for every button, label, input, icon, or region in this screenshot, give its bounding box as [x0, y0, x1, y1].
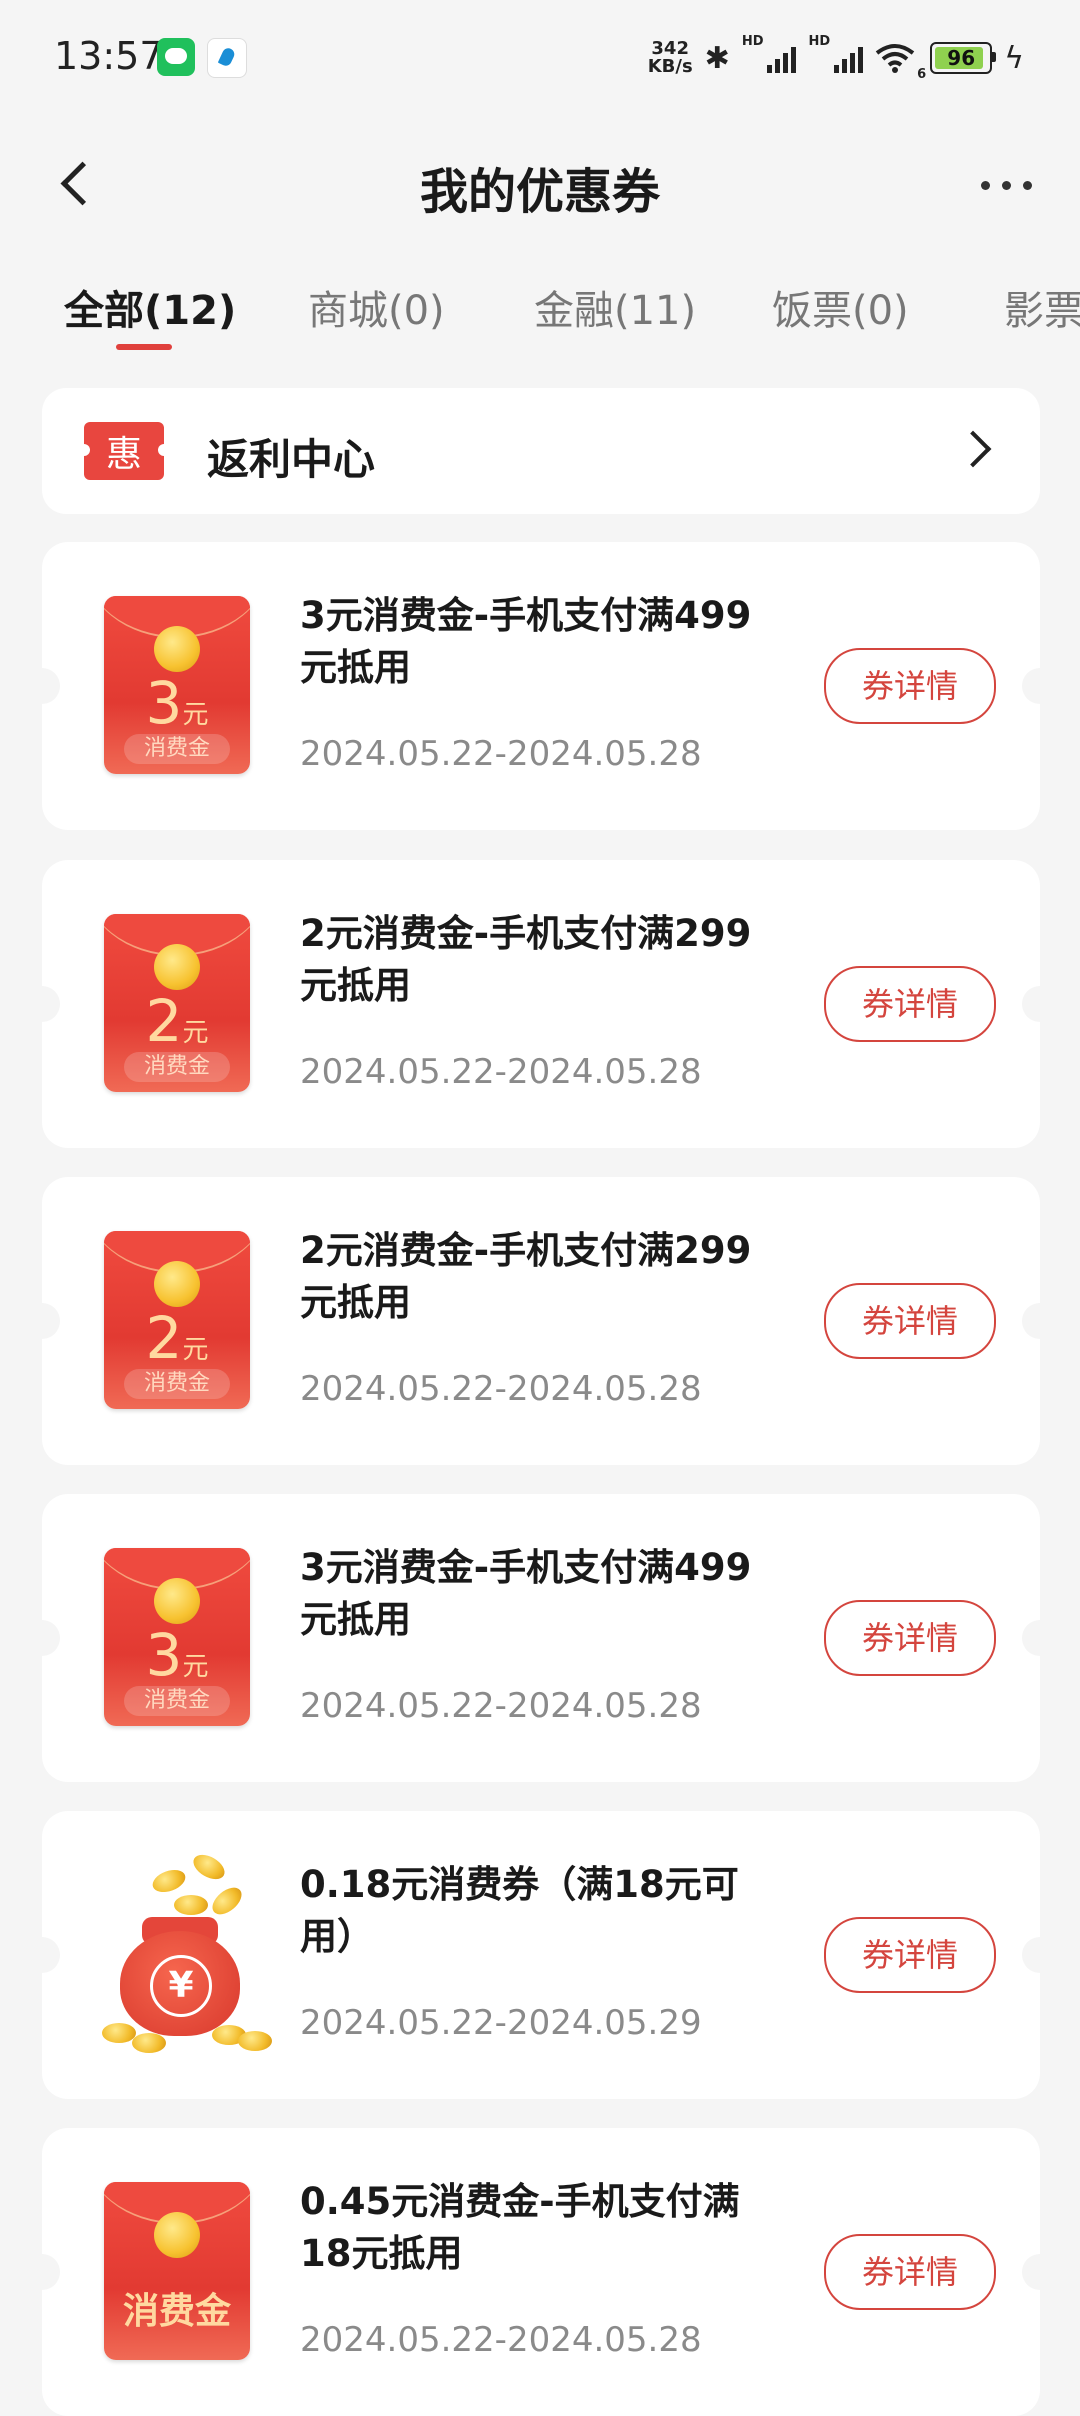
coupon-details-button[interactable]: 券详情	[824, 2234, 996, 2310]
red-envelope-icon: 3元 消费金	[104, 596, 250, 774]
ticket-notch	[1022, 1937, 1058, 1973]
chevron-right-icon	[954, 430, 992, 468]
net-speed-unit: KB/s	[647, 56, 693, 77]
tab-movie[interactable]: 影票	[1004, 278, 1080, 336]
coupon-details-button[interactable]: 券详情	[824, 966, 996, 1042]
gold-coin-icon	[154, 626, 200, 672]
app-header: 我的优惠券	[0, 130, 1080, 240]
coupon-tag: 消费金	[124, 734, 230, 764]
rebate-center-row[interactable]: 惠 返利中心	[42, 388, 1040, 514]
red-envelope-icon: 2元 消费金	[104, 914, 250, 1092]
coupon-title: 3元消费金-手机支付满499元抵用	[300, 1546, 752, 1641]
coupon-details-button[interactable]: 券详情	[824, 1283, 996, 1359]
coupon-tag: 消费金	[124, 1369, 230, 1399]
tab-mall[interactable]: 商城(0)	[308, 278, 445, 336]
red-envelope-icon: 消费金	[104, 2182, 250, 2360]
net-speed: 342 KB/s	[648, 40, 693, 76]
tab-finance[interactable]: 金融(11)	[534, 278, 696, 336]
more-options-icon[interactable]	[922, 160, 1032, 210]
red-envelope-icon: 3元 消费金	[104, 1548, 250, 1726]
active-tab-indicator	[116, 344, 172, 350]
gold-coin-icon	[154, 944, 200, 990]
tab-all[interactable]: 全部(12)	[64, 278, 236, 336]
signal1-hd-label: HD	[741, 34, 764, 49]
coupon-validity: 2024.05.22-2024.05.29	[300, 2003, 702, 2043]
coupon-tag: 消费金	[124, 1052, 230, 1082]
wechat-icon	[157, 38, 195, 76]
app-leaf-icon	[207, 38, 247, 78]
coupon-card: 消费金 0.45元消费金-手机支付满18元抵用 2024.05.22-2024.…	[24, 2128, 1058, 2416]
ticket-notch	[24, 1620, 60, 1656]
ticket-notch	[24, 986, 60, 1022]
coupon-validity: 2024.05.22-2024.05.28	[300, 1686, 702, 1726]
money-bag-icon: ¥	[92, 1849, 272, 2053]
ticket-notch	[1022, 986, 1058, 1022]
coupon-tag: 消费金	[124, 1686, 230, 1716]
coupon-validity: 2024.05.22-2024.05.28	[300, 1369, 702, 1409]
coupon-title: 0.18元消费券（满18元可用）	[300, 1863, 739, 1958]
coupon-title: 0.45元消费金-手机支付满18元抵用	[300, 2180, 740, 2275]
charging-icon: ϟ	[1004, 40, 1024, 76]
gold-coin-icon	[154, 1578, 200, 1624]
ticket-notch	[1022, 668, 1058, 704]
coupon-card: ¥ 0.18元消费券（满18元可用） 2024.05.22-2024.05.29…	[24, 1811, 1058, 2099]
coupon-card: 2元 消费金 2元消费金-手机支付满299元抵用 2024.05.22-2024…	[24, 860, 1058, 1148]
ticket-notch	[24, 668, 60, 704]
coupon-details-button[interactable]: 券详情	[824, 648, 996, 724]
ticket-notch	[24, 1937, 60, 1973]
status-time: 13:57	[54, 34, 164, 78]
rebate-center-label: 返利中心	[207, 435, 376, 484]
signal2-hd-label: HD	[808, 34, 831, 49]
coupon-title: 3元消费金-手机支付满499元抵用	[300, 594, 752, 689]
ticket-notch	[24, 1303, 60, 1339]
page-title: 我的优惠券	[419, 164, 660, 220]
coupon-details-button[interactable]: 券详情	[824, 1600, 996, 1676]
coupon-validity: 2024.05.22-2024.05.28	[300, 2320, 702, 2360]
coupon-details-button[interactable]: 券详情	[824, 1917, 996, 1993]
gold-coin-icon	[154, 1261, 200, 1307]
coupon-validity: 2024.05.22-2024.05.28	[300, 734, 702, 774]
tab-meal[interactable]: 饭票(0)	[772, 278, 909, 336]
wifi-icon	[875, 44, 915, 73]
envelope-label: 消费金	[122, 2291, 231, 2332]
coupon-validity: 2024.05.22-2024.05.28	[300, 1052, 702, 1092]
status-bar: 13:57 342 KB/s ✱ HD HD 6 96 ϟ	[0, 0, 1080, 115]
bluetooth-icon: ✱	[704, 40, 730, 76]
ticket-notch	[1022, 2254, 1058, 2290]
battery-icon: 96	[930, 42, 997, 74]
coupon-title: 2元消费金-手机支付满299元抵用	[300, 912, 752, 1007]
ticket-notch	[1022, 1303, 1058, 1339]
ticket-notch	[24, 2254, 60, 2290]
coupon-title: 2元消费金-手机支付满299元抵用	[300, 1229, 752, 1324]
wifi-suffix: 6	[917, 67, 927, 82]
status-indicators: 342 KB/s ✱ HD HD 6 96 ϟ	[648, 34, 1024, 82]
coupon-card: 2元 消费金 2元消费金-手机支付满299元抵用 2024.05.22-2024…	[24, 1177, 1058, 1465]
red-envelope-icon: 2元 消费金	[104, 1231, 250, 1409]
coupon-card: 3元 消费金 3元消费金-手机支付满499元抵用 2024.05.22-2024…	[24, 542, 1058, 830]
yen-symbol: ¥	[150, 1955, 212, 2017]
gold-coin-icon	[154, 2212, 200, 2258]
coupon-card: 3元 消费金 3元消费金-手机支付满499元抵用 2024.05.22-2024…	[24, 1494, 1058, 1782]
battery-level: 96	[947, 46, 976, 70]
signal-icon-2	[834, 43, 864, 73]
ticket-notch	[1022, 1620, 1058, 1656]
signal-icon	[767, 43, 797, 73]
coupon-badge-icon: 惠	[78, 422, 170, 480]
